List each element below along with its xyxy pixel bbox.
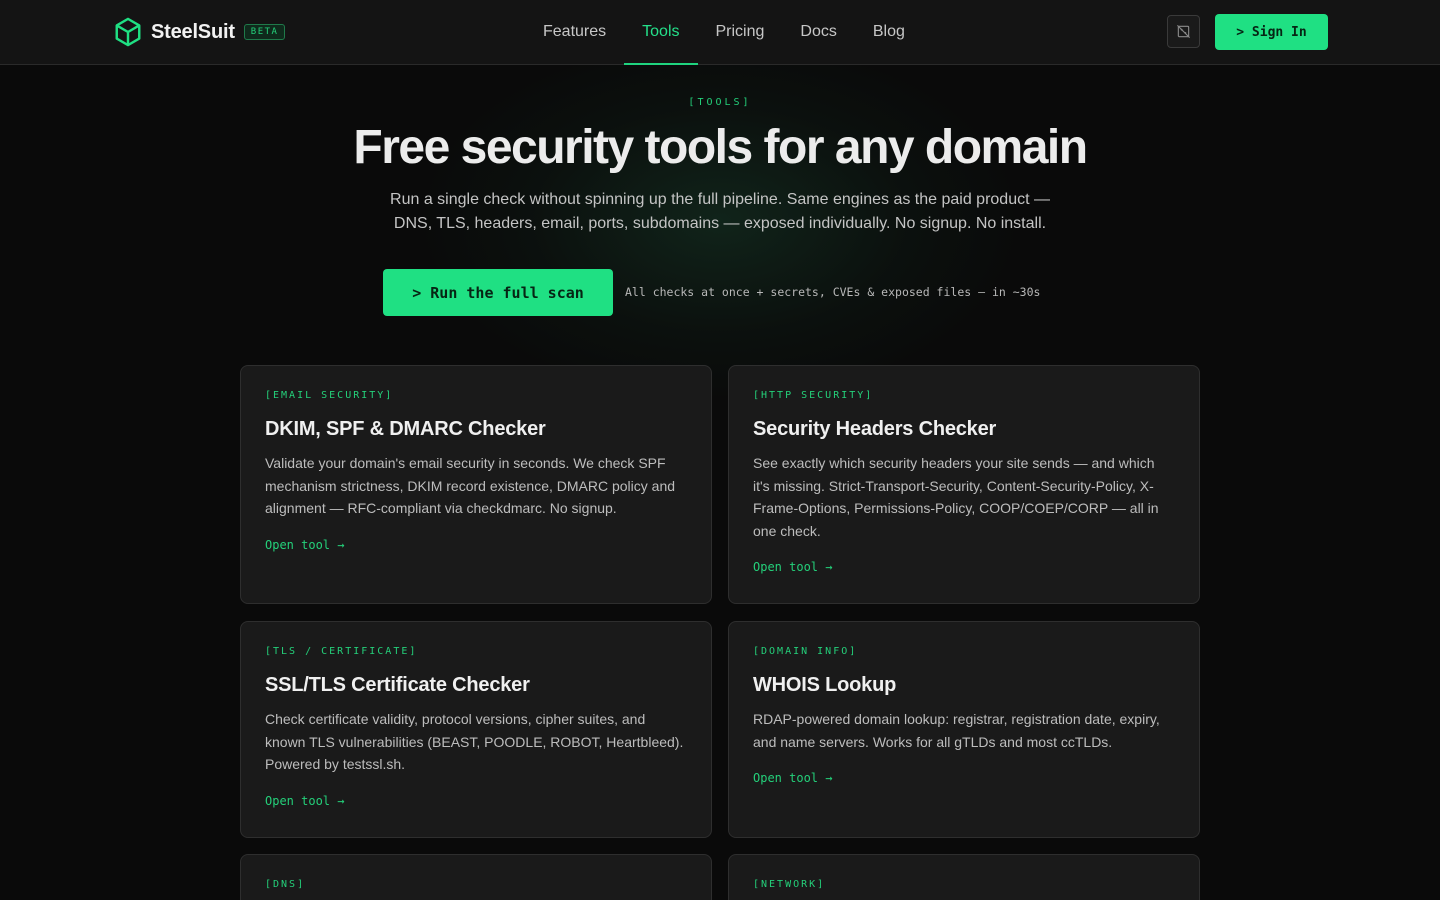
card-title: SSL/TLS Certificate Checker bbox=[265, 674, 530, 696]
main-nav: Features Tools Pricing Docs Blog bbox=[525, 0, 923, 65]
cta-note: All checks at once + secrets, CVEs & exp… bbox=[625, 285, 1041, 299]
card-tag: [HTTP SECURITY] bbox=[753, 390, 874, 401]
open-tool-link[interactable]: Open tool → bbox=[753, 560, 832, 574]
card-tag: [DNS] bbox=[265, 879, 306, 890]
brand-logo[interactable]: SteelSuit BETA bbox=[113, 16, 286, 48]
tool-card-domain-info[interactable]: [DOMAIN INFO] WHOIS Lookup RDAP-powered … bbox=[728, 621, 1200, 838]
page-title: Free security tools for any domain bbox=[353, 121, 1088, 174]
card-title: Security Headers Checker bbox=[753, 418, 997, 440]
run-full-scan-button[interactable]: > Run the full scan bbox=[383, 269, 613, 316]
open-tool-link[interactable]: Open tool → bbox=[753, 771, 832, 785]
cube-icon bbox=[115, 17, 141, 47]
nav-link-docs[interactable]: Docs bbox=[782, 0, 854, 64]
tool-card-network[interactable]: [NETWORK] bbox=[728, 854, 1200, 900]
tool-card-dns[interactable]: [DNS] bbox=[240, 854, 712, 900]
tool-card-http-security[interactable]: [HTTP SECURITY] Security Headers Checker… bbox=[728, 365, 1200, 604]
card-description: Check certificate validity, protocol ver… bbox=[265, 711, 684, 773]
top-navbar: SteelSuit BETA Features Tools Pricing Do… bbox=[0, 0, 1440, 65]
open-tool-link[interactable]: Open tool → bbox=[265, 794, 344, 808]
brand-name: SteelSuit bbox=[151, 20, 235, 43]
hero-eyebrow: [TOOLS] bbox=[688, 97, 752, 108]
sign-in-button[interactable]: > Sign In bbox=[1215, 14, 1328, 50]
tool-card-email-security[interactable]: [EMAIL SECURITY] DKIM, SPF & DMARC Check… bbox=[240, 365, 712, 604]
card-title: WHOIS Lookup bbox=[753, 674, 897, 696]
card-tag: [NETWORK] bbox=[753, 879, 826, 890]
card-tag: [TLS / CERTIFICATE] bbox=[265, 646, 418, 657]
card-tag: [EMAIL SECURITY] bbox=[265, 390, 394, 401]
beta-badge: BETA bbox=[243, 24, 286, 40]
open-tool-link[interactable]: Open tool → bbox=[265, 538, 344, 552]
card-description: Validate your domain's email security in… bbox=[265, 455, 676, 517]
hero-subtitle: Run a single check without spinning up t… bbox=[390, 191, 1050, 232]
card-description: See exactly which security headers your … bbox=[753, 455, 1159, 539]
tool-card-tls-certificate[interactable]: [TLS / CERTIFICATE] SSL/TLS Certificate … bbox=[240, 621, 712, 838]
nav-link-pricing[interactable]: Pricing bbox=[698, 0, 783, 64]
card-title: DKIM, SPF & DMARC Checker bbox=[265, 418, 546, 440]
nav-link-blog[interactable]: Blog bbox=[855, 0, 923, 64]
cookie-settings-icon bbox=[1177, 25, 1190, 38]
card-description: RDAP-powered domain lookup: registrar, r… bbox=[753, 711, 1160, 750]
nav-link-features[interactable]: Features bbox=[525, 0, 624, 64]
cookie-settings-button[interactable] bbox=[1167, 15, 1200, 48]
nav-link-tools[interactable]: Tools bbox=[624, 0, 698, 65]
card-tag: [DOMAIN INFO] bbox=[753, 646, 858, 657]
